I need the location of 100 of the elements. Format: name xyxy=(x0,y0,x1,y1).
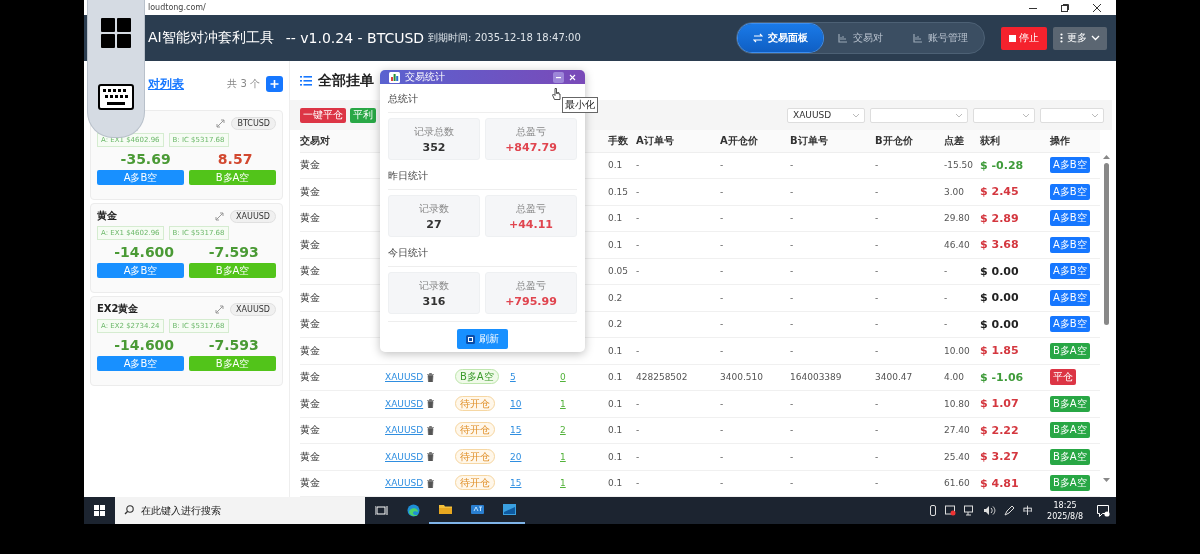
count-link[interactable]: 1 xyxy=(560,451,566,462)
table-cell: - xyxy=(790,478,794,489)
table-cell: 46.40 xyxy=(944,239,970,250)
expand-icon[interactable] xyxy=(215,304,225,314)
section-heading: 今日统计 xyxy=(388,244,577,267)
table-cell: - xyxy=(790,266,794,277)
row-action-button[interactable]: B多A空 xyxy=(1050,448,1090,465)
dialog-title: 交易统计 xyxy=(405,70,445,84)
symbol-link[interactable]: XAUUSD xyxy=(385,372,424,383)
scroll-down-icon[interactable] xyxy=(1103,478,1110,483)
refresh-button[interactable]: 刷新 xyxy=(457,329,508,349)
table-cell: - xyxy=(790,398,794,409)
start-icon[interactable] xyxy=(94,505,105,516)
close-icon[interactable] xyxy=(1092,2,1102,13)
trade-button[interactable]: A多B空 xyxy=(97,356,184,371)
symbol-tag: BTCUSD xyxy=(231,116,276,130)
table-cell: - xyxy=(720,451,724,462)
table-cell: - xyxy=(875,345,879,356)
expiry-text: 到期时间: 2035-12-18 18:47:00 xyxy=(428,31,581,45)
count-link[interactable]: 5 xyxy=(510,372,516,383)
trade-button[interactable]: B多A空 xyxy=(189,170,276,185)
table-cell: - xyxy=(790,186,794,197)
security-icon[interactable] xyxy=(945,505,957,516)
row-action-button[interactable]: B多A空 xyxy=(1050,475,1090,492)
windows-icon[interactable] xyxy=(101,18,131,48)
filter-select[interactable]: XAUUSD xyxy=(787,107,865,123)
table-cell: 29.80 xyxy=(944,213,970,224)
count-link[interactable]: 1 xyxy=(560,478,566,489)
nav-tab[interactable]: 交易对 xyxy=(823,24,898,52)
expand-icon[interactable] xyxy=(216,118,226,128)
task-view-icon xyxy=(374,504,388,517)
trade-button[interactable]: A多B空 xyxy=(97,170,184,185)
nav-tab[interactable]: 交易面板 xyxy=(738,24,823,52)
row-action-button[interactable]: A多B空 xyxy=(1050,236,1090,253)
row-action-button[interactable]: B多A空 xyxy=(1050,395,1090,412)
window-icon xyxy=(502,503,516,516)
symbol-link[interactable]: XAUUSD xyxy=(385,425,424,436)
column-header: 点差 xyxy=(944,134,964,146)
row-action-button[interactable]: A多B空 xyxy=(1050,316,1090,333)
clock[interactable]: 18:25 2025/8/8 xyxy=(1047,499,1083,522)
table-cell: - xyxy=(720,398,724,409)
pen-icon[interactable] xyxy=(1004,505,1016,516)
app-icon xyxy=(470,503,484,516)
row-action-button[interactable]: A多B空 xyxy=(1050,157,1090,174)
row-action-button[interactable]: B多A空 xyxy=(1050,342,1090,359)
section-title: 全部挂单 xyxy=(318,71,374,90)
stop-button[interactable]: 停止 xyxy=(1001,26,1047,50)
count-link[interactable]: 1 xyxy=(560,398,566,409)
trash-icon[interactable] xyxy=(427,372,435,382)
row-action-button[interactable]: A多B空 xyxy=(1050,183,1090,200)
chart-icon xyxy=(913,33,923,43)
row-action-button[interactable]: A多B空 xyxy=(1050,210,1090,227)
action-button[interactable]: 一键平仓 xyxy=(300,107,346,123)
row-action-button[interactable]: 平仓 xyxy=(1050,369,1076,386)
count-link[interactable]: 2 xyxy=(560,425,566,436)
row-action-button[interactable]: A多B空 xyxy=(1050,263,1090,280)
keyboard-icon[interactable] xyxy=(98,84,134,110)
table-cell: 黄金 xyxy=(300,291,320,303)
scroll-up-icon[interactable] xyxy=(1103,154,1110,159)
card-title: EX2黄金 xyxy=(97,302,139,316)
notification-icon[interactable] xyxy=(1097,504,1110,517)
nav-tab[interactable]: 账号管理 xyxy=(898,24,983,52)
trade-button[interactable]: B多A空 xyxy=(189,356,276,371)
status-badge: 待开仓 xyxy=(455,448,495,464)
chevron-down-icon xyxy=(1091,35,1100,41)
table-cell: 3400.47 xyxy=(875,372,913,383)
trash-icon[interactable] xyxy=(427,425,435,435)
trade-button[interactable]: B多A空 xyxy=(189,263,276,278)
count-link[interactable]: 10 xyxy=(510,398,522,409)
minimize-button[interactable] xyxy=(553,71,564,83)
table-cell: - xyxy=(790,239,794,250)
table-cell: 0.1 xyxy=(608,239,623,250)
count-link[interactable]: 15 xyxy=(510,478,522,489)
trash-icon[interactable] xyxy=(427,452,435,462)
add-button[interactable] xyxy=(266,76,283,92)
input-method-indicator[interactable]: 中 xyxy=(1023,503,1034,518)
usb-icon[interactable] xyxy=(929,505,938,516)
trash-icon[interactable] xyxy=(427,399,435,409)
restore-icon[interactable] xyxy=(1060,2,1070,13)
symbol-link[interactable]: XAUUSD xyxy=(385,398,424,409)
column-header: A开仓价 xyxy=(720,134,758,146)
expand-icon[interactable] xyxy=(215,211,225,221)
folder-icon xyxy=(438,503,452,516)
row-action-button[interactable]: A多B空 xyxy=(1050,289,1090,306)
table-cell: -15.50 xyxy=(944,160,973,171)
trade-button[interactable]: A多B空 xyxy=(97,263,184,278)
trash-icon[interactable] xyxy=(427,478,435,488)
search-field[interactable]: 在此键入进行搜索 xyxy=(115,497,365,524)
count-link[interactable]: 0 xyxy=(560,372,566,383)
table-cell: - xyxy=(875,478,879,489)
count-link[interactable]: 15 xyxy=(510,425,522,436)
row-action-button[interactable]: B多A空 xyxy=(1050,422,1090,439)
volume-icon[interactable] xyxy=(984,505,997,516)
action-button[interactable]: 平利 xyxy=(350,107,376,123)
symbol-link[interactable]: XAUUSD xyxy=(385,478,424,489)
table-cell: - xyxy=(944,266,948,277)
scrollbar-thumb[interactable] xyxy=(1104,163,1109,325)
count-link[interactable]: 20 xyxy=(510,451,522,462)
symbol-link[interactable]: XAUUSD xyxy=(385,451,424,462)
more-button[interactable]: 更多 xyxy=(1053,26,1107,50)
